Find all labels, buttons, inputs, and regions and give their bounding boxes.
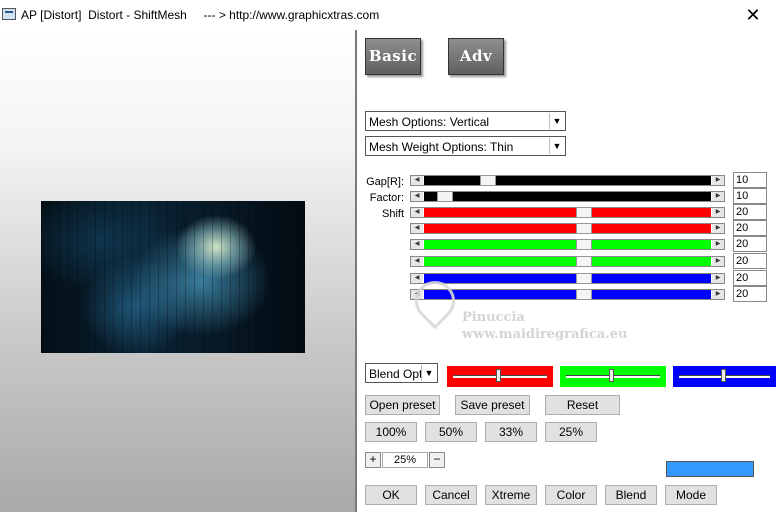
factor-value-field[interactable]: 10 <box>733 188 767 204</box>
slider-right-arrow-icon[interactable]: ▶ <box>712 192 724 201</box>
save-preset-button[interactable]: Save preset <box>455 395 530 415</box>
mesh-weight-options-value: Mesh Weight Options: Thin <box>369 140 514 154</box>
mesh-weight-options-select[interactable]: Mesh Weight Options: Thin ▼ <box>365 136 566 156</box>
chevron-down-icon: ▼ <box>421 365 436 381</box>
color-button[interactable]: Color <box>545 485 597 505</box>
shift-slider-6[interactable]: ◀ ▶ <box>410 289 725 300</box>
shift-label: Shift <box>381 208 404 220</box>
blue-blend-thumb[interactable] <box>721 369 726 382</box>
slider-right-arrow-icon[interactable]: ▶ <box>712 208 724 217</box>
shift-slider-thumb[interactable] <box>576 239 592 250</box>
slider-left-arrow-icon[interactable]: ◀ <box>411 208 423 217</box>
shift-slider-thumb[interactable] <box>576 256 592 267</box>
blend-options-select[interactable]: Blend Optio ▼ <box>365 363 438 383</box>
slider-right-arrow-icon[interactable]: ▶ <box>712 224 724 233</box>
shift-value-field[interactable]: 20 <box>733 253 767 269</box>
chevron-down-icon: ▼ <box>549 113 564 129</box>
blue-blend-slider[interactable] <box>673 366 776 387</box>
open-preset-button[interactable]: Open preset <box>365 395 440 415</box>
slider-left-arrow-icon[interactable]: ◀ <box>411 192 423 201</box>
shift-value-field[interactable]: 20 <box>733 270 767 286</box>
cancel-button[interactable]: Cancel <box>425 485 477 505</box>
shift-slider-thumb[interactable] <box>576 223 592 234</box>
shift-slider-track[interactable] <box>424 208 711 217</box>
close-button[interactable]: ✕ <box>730 0 776 30</box>
control-panel: Basic Adv Mesh Options: Vertical ▼ Mesh … <box>357 30 776 512</box>
app-icon <box>2 8 16 20</box>
red-blend-slider[interactable] <box>447 366 553 387</box>
zoom-level-field[interactable]: 25% <box>382 452 428 468</box>
slider-right-arrow-icon[interactable]: ▶ <box>712 257 724 266</box>
shift-slider-track[interactable] <box>424 240 711 249</box>
chevron-down-icon: ▼ <box>549 138 564 154</box>
shift-slider-3[interactable]: ◀ ▶ <box>410 239 725 250</box>
mesh-options-value: Mesh Options: Vertical <box>369 115 490 129</box>
blend-button[interactable]: Blend <box>605 485 657 505</box>
zoom-25-button[interactable]: 25% <box>545 422 597 442</box>
preview-image <box>41 201 305 353</box>
slider-right-arrow-icon[interactable]: ▶ <box>712 240 724 249</box>
shift-slider-thumb[interactable] <box>576 273 592 284</box>
slider-left-arrow-icon[interactable]: ◀ <box>411 274 423 283</box>
shift-slider-5[interactable]: ◀ ▶ <box>410 273 725 284</box>
shift-slider-1[interactable]: ◀ ▶ <box>410 207 725 218</box>
shift-slider-thumb[interactable] <box>576 207 592 218</box>
zoom-50-button[interactable]: 50% <box>425 422 477 442</box>
shift-slider-track[interactable] <box>424 257 711 266</box>
zoom-out-button[interactable]: − <box>429 452 445 468</box>
gap-slider-track[interactable] <box>424 176 711 185</box>
slider-right-arrow-icon[interactable]: ▶ <box>712 274 724 283</box>
mesh-options-select[interactable]: Mesh Options: Vertical ▼ <box>365 111 566 131</box>
xtreme-button[interactable]: Xtreme <box>485 485 537 505</box>
slider-left-arrow-icon[interactable]: ◀ <box>411 257 423 266</box>
green-blend-thumb[interactable] <box>609 369 614 382</box>
slider-right-arrow-icon[interactable]: ▶ <box>712 290 724 299</box>
slider-left-arrow-icon[interactable]: ◀ <box>411 224 423 233</box>
red-blend-thumb[interactable] <box>496 369 501 382</box>
slider-left-arrow-icon[interactable]: ◀ <box>411 176 423 185</box>
shift-slider-4[interactable]: ◀ ▶ <box>410 256 725 267</box>
watermark-url: www.maidiregrafica.eu <box>462 327 628 342</box>
watermark-author: Pinuccia <box>462 310 525 325</box>
adv-mode-button[interactable]: Adv <box>448 38 504 75</box>
shift-value-field[interactable]: 20 <box>733 204 767 220</box>
ok-button[interactable]: OK <box>365 485 417 505</box>
gap-slider[interactable]: ◀ ▶ <box>410 175 725 186</box>
preview-pane <box>0 30 356 512</box>
window-title: AP [Distort] Distort - ShiftMesh --- > h… <box>21 8 380 22</box>
shift-value-field[interactable]: 20 <box>733 236 767 252</box>
mode-button[interactable]: Mode <box>665 485 717 505</box>
basic-mode-button[interactable]: Basic <box>365 38 421 75</box>
factor-slider-track[interactable] <box>424 192 711 201</box>
blend-options-value: Blend Optio <box>369 367 423 381</box>
zoom-100-button[interactable]: 100% <box>365 422 417 442</box>
shift-slider-thumb[interactable] <box>576 289 592 300</box>
slider-left-arrow-icon[interactable]: ◀ <box>411 240 423 249</box>
factor-slider-thumb[interactable] <box>437 191 453 202</box>
shift-value-field[interactable]: 20 <box>733 220 767 236</box>
factor-slider[interactable]: ◀ ▶ <box>410 191 725 202</box>
gap-value-field[interactable]: 10 <box>733 172 767 188</box>
title-bar: AP [Distort] Distort - ShiftMesh --- > h… <box>0 0 776 30</box>
zoom-33-button[interactable]: 33% <box>485 422 537 442</box>
color-swatch[interactable] <box>666 461 754 477</box>
shift-slider-track[interactable] <box>424 290 711 299</box>
gap-slider-thumb[interactable] <box>480 175 496 186</box>
factor-label: Factor: <box>369 192 404 204</box>
slider-right-arrow-icon[interactable]: ▶ <box>712 176 724 185</box>
gap-label: Gap[R]: <box>366 176 404 188</box>
zoom-in-button[interactable]: + <box>365 452 381 468</box>
shift-slider-track[interactable] <box>424 274 711 283</box>
shift-value-field[interactable]: 20 <box>733 286 767 302</box>
green-blend-slider[interactable] <box>560 366 666 387</box>
shift-slider-2[interactable]: ◀ ▶ <box>410 223 725 234</box>
shift-slider-track[interactable] <box>424 224 711 233</box>
reset-button[interactable]: Reset <box>545 395 620 415</box>
